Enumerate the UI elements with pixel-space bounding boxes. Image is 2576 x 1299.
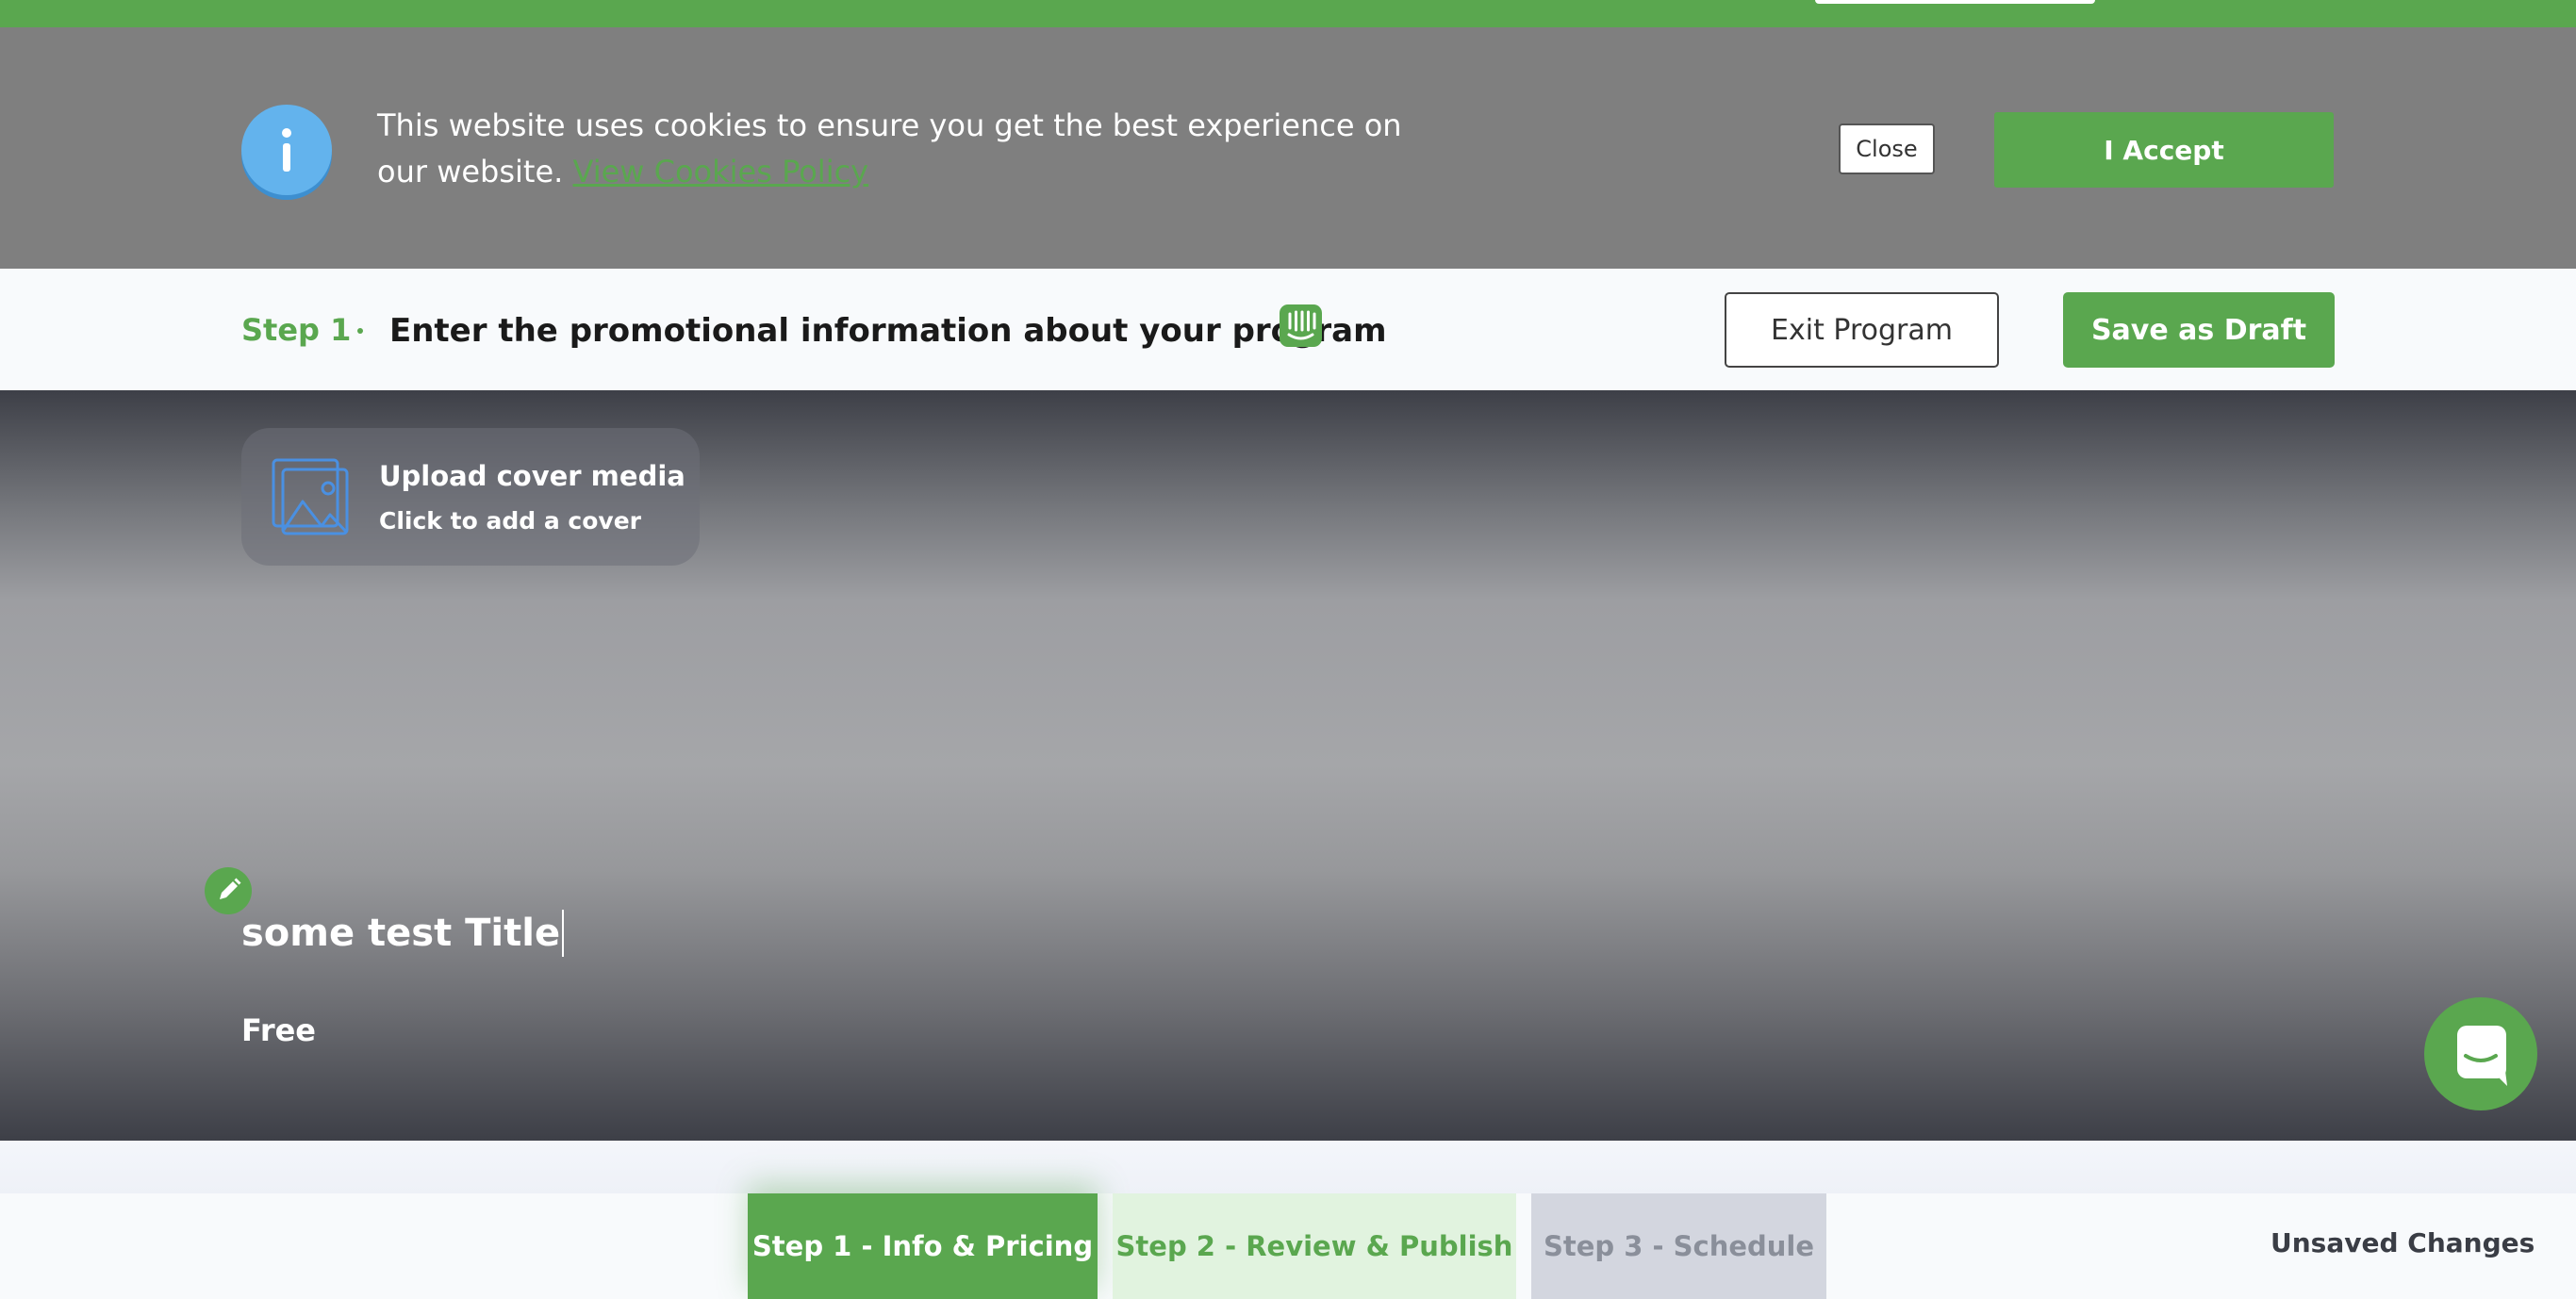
upload-cover-button[interactable]: Upload cover media Click to add a cover (241, 428, 700, 566)
step-separator (357, 328, 363, 334)
step-footer: Step 1 - Info & Pricing Step 2 - Review … (0, 1193, 2576, 1299)
upload-cover-title: Upload cover media (379, 460, 685, 492)
tab-step-2[interactable]: Step 2 - Review & Publish (1113, 1193, 1516, 1299)
step-header: Step 1 Enter the promotional information… (0, 269, 2576, 390)
program-price[interactable]: Free (241, 1012, 316, 1048)
program-title-input[interactable]: some test Title (241, 910, 565, 957)
cookie-message: This website uses cookies to ensure you … (377, 103, 1452, 195)
exit-program-button[interactable]: Exit Program (1725, 292, 1999, 368)
footer-divider (0, 1141, 2576, 1193)
cookie-banner: This website uses cookies to ensure you … (0, 27, 2576, 269)
cookie-close-button[interactable]: Close (1839, 123, 1935, 174)
step-description: Enter the promotional information about … (389, 312, 1387, 350)
top-bar-tab[interactable] (1815, 0, 2095, 4)
upload-cover-subtitle: Click to add a cover (379, 507, 641, 534)
cookie-accept-button[interactable]: I Accept (1994, 112, 2334, 188)
tab-step-1[interactable]: Step 1 - Info & Pricing (748, 1193, 1098, 1299)
intercom-icon[interactable] (1280, 304, 1322, 347)
save-draft-button[interactable]: Save as Draft (2063, 292, 2335, 368)
pencil-icon[interactable] (205, 867, 252, 914)
step-label: Step 1 (241, 312, 352, 348)
cookie-message-text: This website uses cookies to ensure you … (377, 107, 1402, 189)
tab-step-3[interactable]: Step 3 - Schedule (1531, 1193, 1826, 1299)
info-icon (241, 105, 332, 195)
cover-area: Upload cover media Click to add a cover … (0, 390, 2576, 1141)
chat-icon[interactable] (2424, 997, 2537, 1110)
cookie-policy-link[interactable]: View Cookies Policy (573, 154, 869, 189)
top-bar (0, 0, 2576, 27)
save-status: Unsaved Changes (2271, 1227, 2535, 1258)
image-upload-icon (272, 458, 349, 539)
